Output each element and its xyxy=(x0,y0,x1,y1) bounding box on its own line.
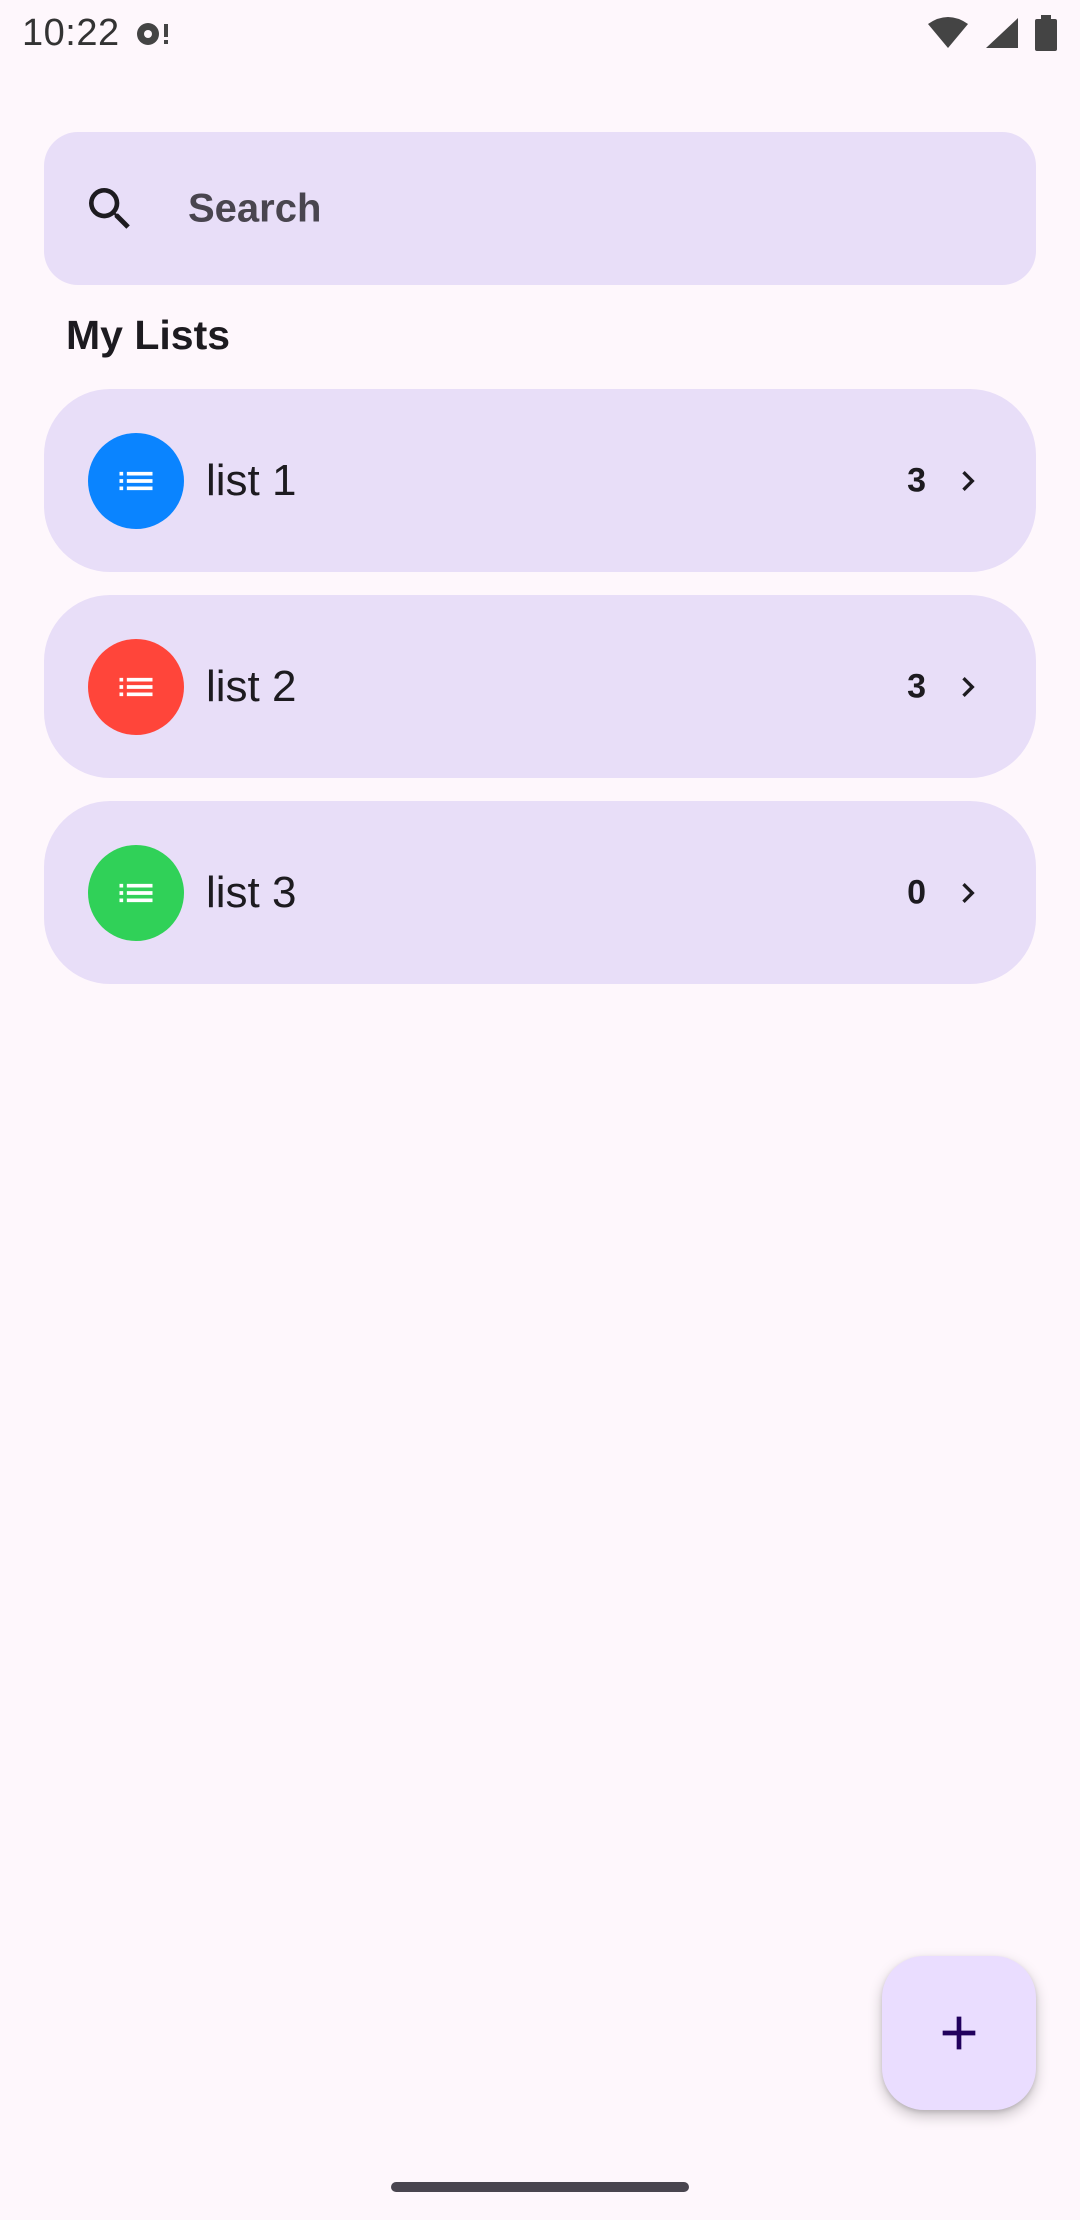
chevron-right-icon xyxy=(962,676,975,697)
add-list-button[interactable] xyxy=(882,1956,1036,2110)
status-bar: 10:22 xyxy=(0,0,1080,66)
list-name: list 2 xyxy=(206,661,297,711)
chevron-right-icon xyxy=(962,882,975,903)
list-name: list 1 xyxy=(206,455,297,505)
chevron-right-icon xyxy=(962,470,975,491)
battery-icon xyxy=(1035,15,1057,51)
search-bar[interactable]: Search xyxy=(44,132,1036,285)
list-name: list 3 xyxy=(206,867,297,917)
notification-dot-icon xyxy=(136,23,168,45)
wifi-icon xyxy=(928,17,968,48)
status-right xyxy=(926,15,1058,51)
search-input[interactable]: Search xyxy=(188,186,321,231)
section-title: My Lists xyxy=(66,312,231,358)
status-left: 10:22 xyxy=(22,12,174,55)
list-item-3[interactable]: list 3 0 xyxy=(44,801,1036,984)
list-icon xyxy=(119,883,153,903)
list-count: 0 xyxy=(907,873,926,911)
home-indicator[interactable] xyxy=(391,2182,689,2192)
status-time: 10:22 xyxy=(22,11,120,54)
list-count: 3 xyxy=(907,461,926,499)
list-icon-badge xyxy=(88,639,184,735)
list-count: 3 xyxy=(907,667,926,705)
list-item-1[interactable]: list 1 3 xyxy=(44,389,1036,572)
plus-icon xyxy=(942,2016,976,2050)
list-icon xyxy=(119,677,153,697)
list-icon-badge xyxy=(88,845,184,941)
list-icon xyxy=(119,471,153,491)
search-icon xyxy=(89,187,130,229)
cellular-signal-icon xyxy=(986,18,1018,48)
screen: 10:22 Search My Lists list 1 3 list 2 3 … xyxy=(0,0,1080,2220)
list-item-2[interactable]: list 2 3 xyxy=(44,595,1036,778)
list-icon-badge xyxy=(88,433,184,529)
